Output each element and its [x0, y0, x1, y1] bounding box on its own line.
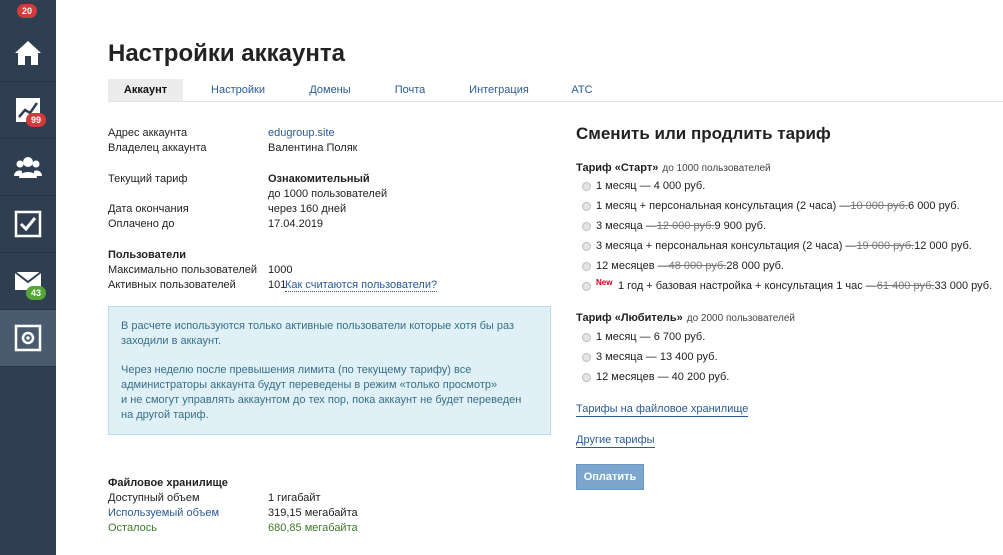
- storage-left-value: 680,85 мегабайта: [268, 522, 358, 534]
- end-date-value: через 160 дней: [268, 203, 347, 215]
- max-users-value: 1000: [268, 264, 293, 276]
- sidebar-item-stats[interactable]: 99: [0, 82, 56, 139]
- info-text-1: В расчете используются только активные п…: [121, 320, 515, 347]
- settings-icon: [14, 324, 42, 352]
- home-icon: [15, 41, 41, 65]
- sidebar-item-mail[interactable]: 43: [0, 253, 56, 310]
- paid-until-label: Оплачено до: [108, 218, 175, 230]
- tab-integration[interactable]: Интеграция: [462, 79, 536, 101]
- storage-heading: Файловое хранилище: [108, 477, 228, 489]
- start-option-4[interactable]: 3 месяца + персональная консультация (2 …: [582, 240, 972, 252]
- radio-button[interactable]: [582, 261, 591, 271]
- radio-button[interactable]: [582, 181, 591, 191]
- current-tariff-value: Ознакомительный: [268, 173, 370, 185]
- stats-badge: 99: [26, 113, 47, 127]
- storage-tariffs-link[interactable]: Тарифы на файловое хранилище: [576, 403, 749, 417]
- radio-button[interactable]: [582, 332, 591, 342]
- max-users-label: Максимально пользователей: [108, 264, 258, 276]
- other-tariffs-link[interactable]: Другие тарифы: [576, 434, 655, 448]
- tab-pbx[interactable]: АТС: [566, 79, 598, 101]
- storage-used-label: Используемый объем: [108, 507, 220, 519]
- info-text-2: Через неделю после превышения лимита (по…: [121, 364, 522, 421]
- tab-bar: Аккаунт Настройки Домены Почта Интеграци…: [108, 79, 1003, 102]
- end-date-label: Дата окончания: [108, 203, 189, 215]
- start-option-6[interactable]: 1 год + базовая настройка + консультация…: [582, 280, 992, 292]
- paid-until-value: 17.04.2019: [268, 218, 324, 230]
- sidebar-item-home[interactable]: [0, 25, 56, 82]
- radio-button[interactable]: [582, 352, 591, 362]
- users-heading: Пользователи: [108, 249, 187, 261]
- mail-badge: 43: [26, 286, 47, 300]
- tab-domains[interactable]: Домены: [300, 79, 360, 101]
- active-users-label: Активных пользователей: [108, 279, 236, 291]
- current-tariff-users: до 1000 пользователей: [268, 188, 388, 200]
- radio-button[interactable]: [582, 201, 591, 211]
- sidebar-item-settings[interactable]: [0, 310, 56, 367]
- active-users-value: 101: [268, 279, 287, 291]
- start-option-3[interactable]: 3 месяца — 12 000 руб. 9 900 руб.: [582, 220, 766, 232]
- users-info-box: В расчете используются только активные п…: [108, 306, 551, 435]
- amateur-option-3[interactable]: 12 месяцев — 40 200 руб.: [582, 371, 729, 383]
- account-owner-value: Валентина Поляк: [268, 142, 358, 154]
- radio-button[interactable]: [582, 221, 591, 231]
- radio-button[interactable]: [582, 281, 591, 291]
- current-tariff-label: Текущий тариф: [108, 173, 188, 185]
- account-owner-label: Владелец аккаунта: [108, 142, 207, 154]
- storage-available-label: Доступный объем: [108, 492, 200, 504]
- start-option-1[interactable]: 1 месяц — 4 000 руб.: [582, 180, 705, 192]
- storage-available-value: 1 гигабайт: [268, 492, 321, 504]
- storage-used-value: 319,15 мегабайта: [268, 507, 358, 519]
- sidebar-item-contacts[interactable]: [0, 139, 56, 196]
- sidebar: 20 99 43: [0, 0, 56, 555]
- storage-left-label: Осталось: [108, 522, 157, 534]
- tab-mail[interactable]: Почта: [386, 79, 434, 101]
- sidebar-item-tasks[interactable]: [0, 196, 56, 253]
- tab-settings[interactable]: Настройки: [202, 79, 274, 101]
- amateur-option-1[interactable]: 1 месяц — 6 700 руб.: [582, 331, 705, 343]
- change-tariff-title: Сменить или продлить тариф: [576, 124, 831, 143]
- start-option-2[interactable]: 1 месяц + персональная консультация (2 ч…: [582, 200, 960, 212]
- radio-button[interactable]: [582, 372, 591, 382]
- radio-button[interactable]: [582, 241, 591, 251]
- tasks-icon: [14, 210, 42, 238]
- top-notification-badge[interactable]: 20: [17, 4, 38, 18]
- plan-start-heading: Тариф «Старт» до 1000 пользователей: [576, 162, 771, 174]
- page-title: Настройки аккаунта: [108, 40, 345, 67]
- account-address-label: Адрес аккаунта: [108, 127, 188, 139]
- amateur-option-2[interactable]: 3 месяца — 13 400 руб.: [582, 351, 718, 363]
- pay-button[interactable]: Оплатить: [576, 464, 644, 490]
- plan-amateur-heading: Тариф «Любитель» до 2000 пользователей: [576, 312, 796, 324]
- start-option-5[interactable]: 12 месяцев — 48 000 руб. 28 000 руб.: [582, 260, 784, 272]
- how-users-counted-link[interactable]: Как считаются пользователи?: [285, 279, 438, 292]
- tab-account[interactable]: Аккаунт: [108, 79, 183, 101]
- account-address-link[interactable]: edugroup.site: [268, 127, 335, 139]
- users-icon: [14, 157, 42, 178]
